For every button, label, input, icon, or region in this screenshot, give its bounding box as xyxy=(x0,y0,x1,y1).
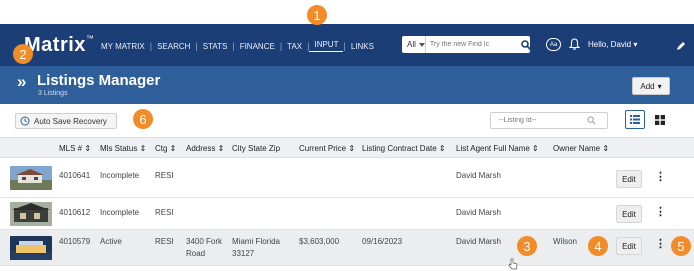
list-agent: David Marsh xyxy=(456,237,501,246)
nav-stats[interactable]: STATS xyxy=(198,42,233,51)
listings-count: 3 Listings xyxy=(38,90,68,97)
pencil-icon[interactable] xyxy=(676,38,686,56)
nav-input[interactable]: INPUT xyxy=(309,40,344,52)
table-row[interactable]: 4010612 Incomplete RESI David Marsh Edit… xyxy=(0,198,694,230)
mls-number[interactable]: 4010612 xyxy=(59,207,90,219)
global-search: All xyxy=(402,36,531,53)
search-icon[interactable] xyxy=(587,112,596,130)
callout-3: 3 xyxy=(517,236,537,256)
column-ctg[interactable]: Ctg ⇕ xyxy=(155,144,176,153)
listing-id-input[interactable] xyxy=(491,117,587,124)
column-mls-status[interactable]: Mls Status ⇕ xyxy=(100,144,146,153)
owner-name: Wilson xyxy=(553,237,578,246)
mls-status: Incomplete xyxy=(100,208,140,217)
table-header: MLS # ⇕ Mls Status ⇕ Ctg ⇕ Address ⇕ Cit… xyxy=(0,137,694,158)
list-view-icon[interactable] xyxy=(625,110,645,129)
global-search-input[interactable] xyxy=(425,37,521,52)
auto-save-recovery-button[interactable]: Auto Save Recovery xyxy=(15,113,117,129)
nav-finance[interactable]: FINANCE xyxy=(235,42,280,51)
more-options-icon[interactable]: ⋮ xyxy=(655,205,666,218)
nav-my-matrix[interactable]: MY MATRIX xyxy=(96,42,150,51)
listing-contract-date: 09/16/2023 xyxy=(362,237,403,246)
category: RESI xyxy=(155,171,174,180)
column-listing-contract-date[interactable]: Listing Contract Date ⇕ xyxy=(362,144,446,153)
top-nav-bar: Matrix™ MY MATRIX | SEARCH | STATS | FINANC… xyxy=(0,24,694,66)
main-nav-links: MY MATRIX | SEARCH | STATS | FINANCE | TAX | … xyxy=(96,40,379,52)
callout-4: 4 xyxy=(588,236,608,256)
callout-2: 2 xyxy=(13,44,33,64)
listing-photo[interactable] xyxy=(10,202,52,226)
matrix-logo[interactable]: Matrix™ xyxy=(24,34,94,57)
current-price: $3,603,000 xyxy=(299,237,340,246)
column-mls[interactable]: MLS # ⇕ xyxy=(59,144,91,153)
list-agent: David Marsh xyxy=(456,171,501,180)
callout-5: 5 xyxy=(671,236,691,256)
city-state-zip: Miami Florida 33127 xyxy=(232,237,281,258)
mls-status: Incomplete xyxy=(100,171,140,180)
user-menu[interactable]: Hello, David ▾ xyxy=(588,40,637,49)
mls-status: Active xyxy=(100,237,122,246)
search-scope-select[interactable]: All xyxy=(402,36,426,53)
listing-photo[interactable] xyxy=(10,166,52,190)
listing-id-search xyxy=(490,112,608,129)
edit-button[interactable]: Edit xyxy=(616,170,642,188)
bell-icon[interactable] xyxy=(568,37,581,55)
clock-icon xyxy=(20,116,30,126)
list-agent: David Marsh xyxy=(456,208,501,217)
search-icon[interactable] xyxy=(521,39,531,50)
accessibility-button[interactable]: Aa xyxy=(546,38,561,51)
table-row[interactable]: 4010641 Incomplete RESI David Marsh Edit… xyxy=(0,158,694,198)
listing-photo[interactable] xyxy=(10,236,52,260)
page-header: » Listings Manager 3 Listings Add ▾ xyxy=(0,66,694,104)
page-title: Listings Manager xyxy=(37,72,161,89)
category: RESI xyxy=(155,237,174,246)
mls-number[interactable]: 4010579 xyxy=(59,236,90,248)
column-owner-name[interactable]: Owner Name ⇕ xyxy=(553,144,609,153)
edit-button[interactable]: Edit xyxy=(616,205,642,223)
column-list-agent[interactable]: List Agent Full Name ⇕ xyxy=(456,144,539,153)
nav-links[interactable]: LINKS xyxy=(346,42,379,51)
expand-sidebar-icon[interactable]: » xyxy=(17,72,26,92)
column-current-price[interactable]: Current Price ⇕ xyxy=(299,144,355,153)
category: RESI xyxy=(155,208,174,217)
address: 3400 Fork Road xyxy=(186,237,223,258)
column-city-state-zip: City State Zip xyxy=(232,144,281,153)
more-options-icon[interactable]: ⋮ xyxy=(655,170,666,183)
grid-view-icon[interactable] xyxy=(650,110,670,129)
nav-search[interactable]: SEARCH xyxy=(152,42,195,51)
column-address[interactable]: Address ⇕ xyxy=(186,144,224,153)
edit-button[interactable]: Edit xyxy=(616,237,642,255)
nav-tax[interactable]: TAX xyxy=(282,42,307,51)
hand-cursor-icon xyxy=(508,258,518,270)
add-button[interactable]: Add ▾ xyxy=(632,77,670,95)
chevron-down-icon xyxy=(418,42,425,47)
mls-number[interactable]: 4010641 xyxy=(59,170,90,182)
callout-6: 6 xyxy=(133,109,153,129)
more-options-icon[interactable]: ⋮ xyxy=(655,237,666,250)
callout-1: 1 xyxy=(307,5,327,25)
